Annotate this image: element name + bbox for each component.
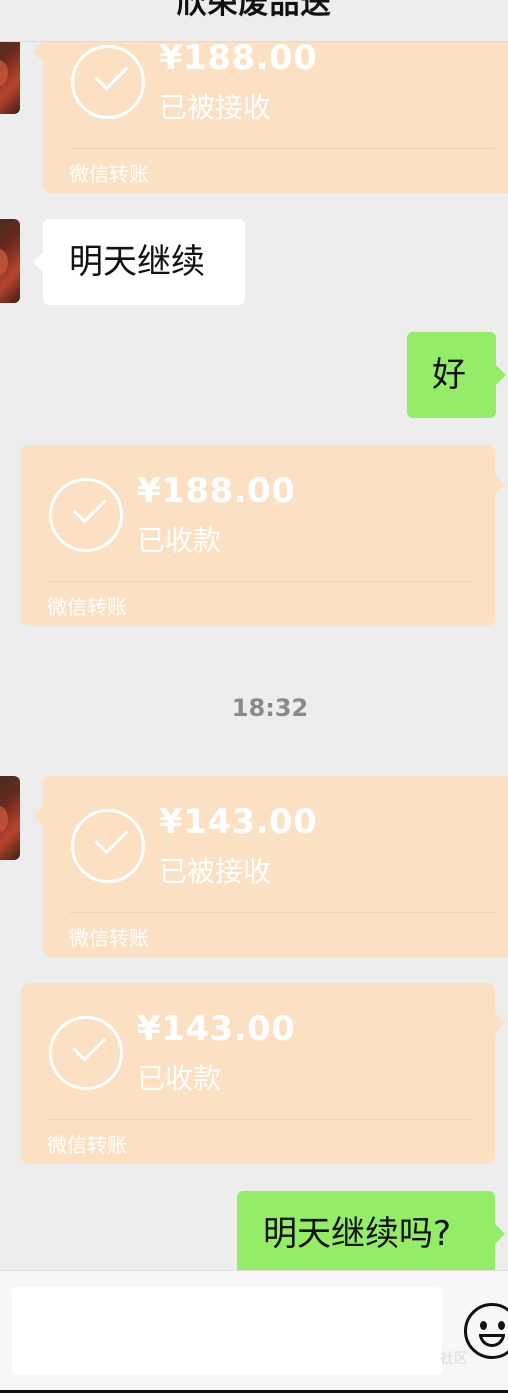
transfer-card-sent[interactable]: ¥188.00 已收款 微信转账	[21, 445, 505, 626]
smiley-icon[interactable]	[464, 1303, 508, 1359]
transfer-status: 已收款	[137, 524, 222, 557]
transfer-label: 微信转账	[47, 1133, 127, 1157]
transfer-status: 已收款	[137, 1062, 222, 1095]
transfer-label: 微信转账	[69, 926, 149, 950]
chat-input-bar	[0, 1270, 508, 1393]
transfer-amount: ¥143.00	[137, 1009, 296, 1049]
transfer-status: 已被接收	[159, 855, 272, 888]
check-circle-icon	[49, 478, 123, 552]
transfer-amount: ¥188.00	[159, 38, 318, 78]
contact-avatar[interactable]	[0, 219, 20, 303]
smiley-mouth	[479, 1334, 505, 1347]
check-circle-icon	[71, 45, 145, 119]
watermark: 社区	[440, 1351, 468, 1367]
check-circle-icon	[49, 1016, 123, 1090]
transfer-status: 已被接收	[159, 91, 272, 124]
message-bubble-sent[interactable]: 明天继续吗?	[237, 1191, 505, 1277]
divider	[47, 581, 473, 582]
smiley-eye	[480, 1321, 487, 1330]
transfer-amount: ¥188.00	[137, 471, 296, 511]
transfer-card-received[interactable]: ¥143.00 已被接收 微信转账	[33, 776, 508, 957]
smiley-eye	[498, 1321, 505, 1330]
divider	[69, 912, 495, 913]
divider	[69, 148, 495, 149]
message-timestamp: 18:32	[231, 694, 309, 722]
chat-header: 欣荣废品送	[0, 0, 508, 42]
chat-title: 欣荣废品送	[176, 0, 332, 21]
check-circle-icon	[71, 809, 145, 883]
message-input[interactable]	[12, 1287, 442, 1375]
message-bubble-sent[interactable]: 好	[407, 332, 506, 418]
message-bubble-received[interactable]: 明天继续	[33, 219, 245, 305]
transfer-amount: ¥143.00	[159, 802, 318, 842]
transfer-card-sent[interactable]: ¥143.00 已收款 微信转账	[21, 983, 505, 1164]
divider	[47, 1119, 473, 1120]
transfer-label: 微信转账	[69, 162, 149, 186]
transfer-label: 微信转账	[47, 595, 127, 619]
contact-avatar[interactable]	[0, 776, 20, 860]
contact-avatar[interactable]	[0, 30, 20, 114]
